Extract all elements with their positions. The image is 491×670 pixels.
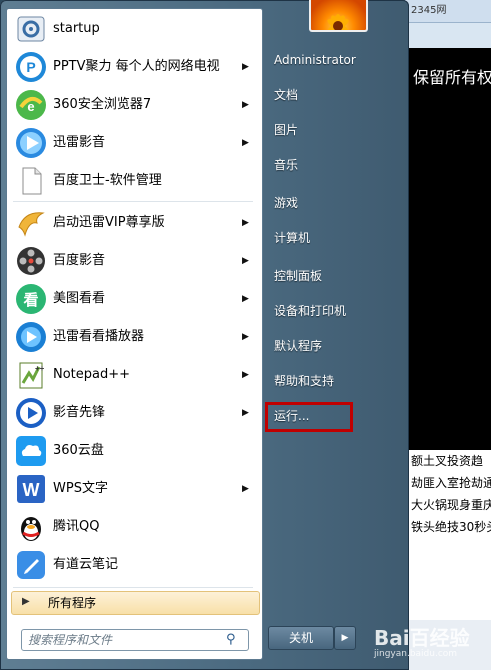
- arrow-right-icon: ▶: [22, 596, 30, 607]
- 360-browser-icon: e: [15, 89, 47, 121]
- program-label: 腾讯QQ: [53, 519, 100, 534]
- right-item-music[interactable]: 音乐: [268, 151, 398, 179]
- program-item[interactable]: 启动迅雷VIP尊享版 ▶: [11, 205, 258, 241]
- separator: [13, 587, 253, 588]
- program-item[interactable]: 百度卫士-软件管理: [11, 163, 258, 199]
- program-label: 启动迅雷VIP尊享版: [53, 215, 165, 230]
- search-input[interactable]: [26, 631, 220, 649]
- right-item-pictures[interactable]: 图片: [268, 116, 398, 144]
- submenu-arrow-icon[interactable]: ▶: [242, 357, 249, 393]
- program-item[interactable]: 360云盘: [11, 433, 258, 469]
- notepad-plus-plus-icon: ++: [15, 359, 47, 391]
- right-item-games[interactable]: 游戏: [268, 189, 398, 217]
- program-item[interactable]: 看美图看看 ▶: [11, 281, 258, 317]
- user-avatar[interactable]: [309, 0, 368, 32]
- program-item[interactable]: 迅雷看看播放器 ▶: [11, 319, 258, 355]
- program-item[interactable]: e 360安全浏览器7 ▶: [11, 87, 258, 123]
- program-label: 美图看看: [53, 291, 106, 306]
- program-label: 有道云笔记: [53, 557, 119, 572]
- svg-text:看: 看: [23, 291, 38, 309]
- video-area[interactable]: 保留所有权: [405, 48, 491, 450]
- svg-text:W: W: [23, 480, 40, 500]
- wps-icon: W: [15, 473, 47, 505]
- right-item-computer[interactable]: 计算机: [268, 224, 398, 252]
- right-item-documents[interactable]: 文档: [268, 81, 398, 109]
- xunlei-bird-icon: [15, 207, 47, 239]
- run-highlight-box: [265, 402, 353, 432]
- program-label: PPTV聚力 每个人的网络电视: [53, 59, 220, 74]
- news-item[interactable]: 大火锅现身重庆: [405, 494, 491, 516]
- program-item[interactable]: ++ Notepad++ ▶: [11, 357, 258, 393]
- svg-text:P: P: [26, 59, 35, 75]
- news-list: 额土叉投资趋 劫匪入室抢劫通 大火锅现身重庆 铁头绝技30秒头: [405, 450, 491, 620]
- program-label: 360云盘: [53, 443, 104, 458]
- program-item[interactable]: P PPTV聚力 每个人的网络电视 ▶: [11, 49, 258, 85]
- program-label: WPS文字: [53, 481, 108, 496]
- watermark-url: jingyan.baidu.com: [374, 649, 458, 659]
- background-window-title: 2345网: [405, 0, 491, 23]
- startup-icon: [15, 13, 47, 45]
- submenu-arrow-icon[interactable]: ▶: [242, 471, 249, 507]
- meitu-icon: 看: [15, 283, 47, 315]
- background-window: 2345网 保留所有权 额土叉投资趋 劫匪入室抢劫通 大火锅现身重庆 铁头绝技3…: [405, 0, 491, 670]
- cloud-icon: [15, 435, 47, 467]
- search-box[interactable]: ⚲: [21, 629, 249, 651]
- submenu-arrow-icon[interactable]: ▶: [242, 87, 249, 123]
- program-item[interactable]: 腾讯QQ: [11, 509, 258, 545]
- program-item[interactable]: 有道云笔记: [11, 547, 258, 583]
- program-item[interactable]: startup: [11, 11, 258, 47]
- qq-penguin-icon: [15, 511, 47, 543]
- submenu-arrow-icon[interactable]: ▶: [242, 319, 249, 355]
- program-label: 迅雷看看播放器: [53, 329, 145, 344]
- svg-text:e: e: [27, 99, 34, 114]
- program-list-pane: startup P PPTV聚力 每个人的网络电视 ▶ e 360安全浏览器7 ▶ 迅雷影音 ▶…: [6, 8, 263, 660]
- xunlei-kankan-icon: [15, 321, 47, 353]
- play-icon: [15, 397, 47, 429]
- right-item-default-programs[interactable]: 默认程序: [268, 332, 398, 360]
- right-item-administrator[interactable]: Administrator: [268, 46, 398, 74]
- program-label: 百度卫士-软件管理: [53, 173, 162, 188]
- submenu-arrow-icon[interactable]: ▶: [242, 205, 249, 241]
- program-label: 影音先锋: [53, 405, 106, 420]
- youdao-note-icon: [15, 549, 47, 581]
- video-title: 保留所有权: [413, 68, 491, 87]
- news-item[interactable]: 铁头绝技30秒头: [405, 516, 491, 538]
- watermark-text: Bai百经验: [374, 626, 470, 650]
- shutdown-button[interactable]: 关机: [268, 626, 334, 650]
- all-programs-button[interactable]: ▶ 所有程序: [11, 591, 260, 615]
- submenu-arrow-icon[interactable]: ▶: [242, 243, 249, 279]
- program-label: 百度影音: [53, 253, 106, 268]
- program-item[interactable]: 百度影音 ▶: [11, 243, 258, 279]
- submenu-arrow-icon[interactable]: ▶: [242, 281, 249, 317]
- program-item[interactable]: W WPS文字 ▶: [11, 471, 258, 507]
- flower-icon: [327, 14, 349, 30]
- search-icon[interactable]: ⚲: [226, 632, 236, 647]
- xunlei-player-icon: [15, 127, 47, 159]
- program-item[interactable]: 迅雷影音 ▶: [11, 125, 258, 161]
- start-menu: startup P PPTV聚力 每个人的网络电视 ▶ e 360安全浏览器7 ▶ 迅雷影音 ▶…: [0, 0, 409, 670]
- right-item-devices-printers[interactable]: 设备和打印机: [268, 297, 398, 325]
- submenu-arrow-icon[interactable]: ▶: [242, 125, 249, 161]
- document-icon: [15, 165, 47, 197]
- program-label: 迅雷影音: [53, 135, 106, 150]
- right-item-help-support[interactable]: 帮助和支持: [268, 367, 398, 395]
- svg-text:++: ++: [35, 364, 45, 373]
- program-item[interactable]: 影音先锋 ▶: [11, 395, 258, 431]
- program-label: 360安全浏览器7: [53, 97, 152, 112]
- submenu-arrow-icon[interactable]: ▶: [242, 395, 249, 431]
- program-label: Notepad++: [53, 367, 131, 382]
- all-programs-label: 所有程序: [48, 596, 97, 610]
- right-item-control-panel[interactable]: 控制面板: [268, 262, 398, 290]
- shutdown-options-button[interactable]: ▶: [334, 626, 356, 650]
- news-item[interactable]: 劫匪入室抢劫通: [405, 472, 491, 494]
- baidu-watermark: Bai百经验 jingyan.baidu.com: [374, 622, 484, 659]
- pptv-icon: P: [15, 51, 47, 83]
- separator: [13, 201, 253, 202]
- news-item[interactable]: 额土叉投资趋: [405, 450, 491, 472]
- submenu-arrow-icon[interactable]: ▶: [242, 49, 249, 85]
- film-reel-icon: [15, 245, 47, 277]
- arrow-right-icon: ▶: [341, 633, 349, 643]
- program-label: startup: [53, 21, 100, 36]
